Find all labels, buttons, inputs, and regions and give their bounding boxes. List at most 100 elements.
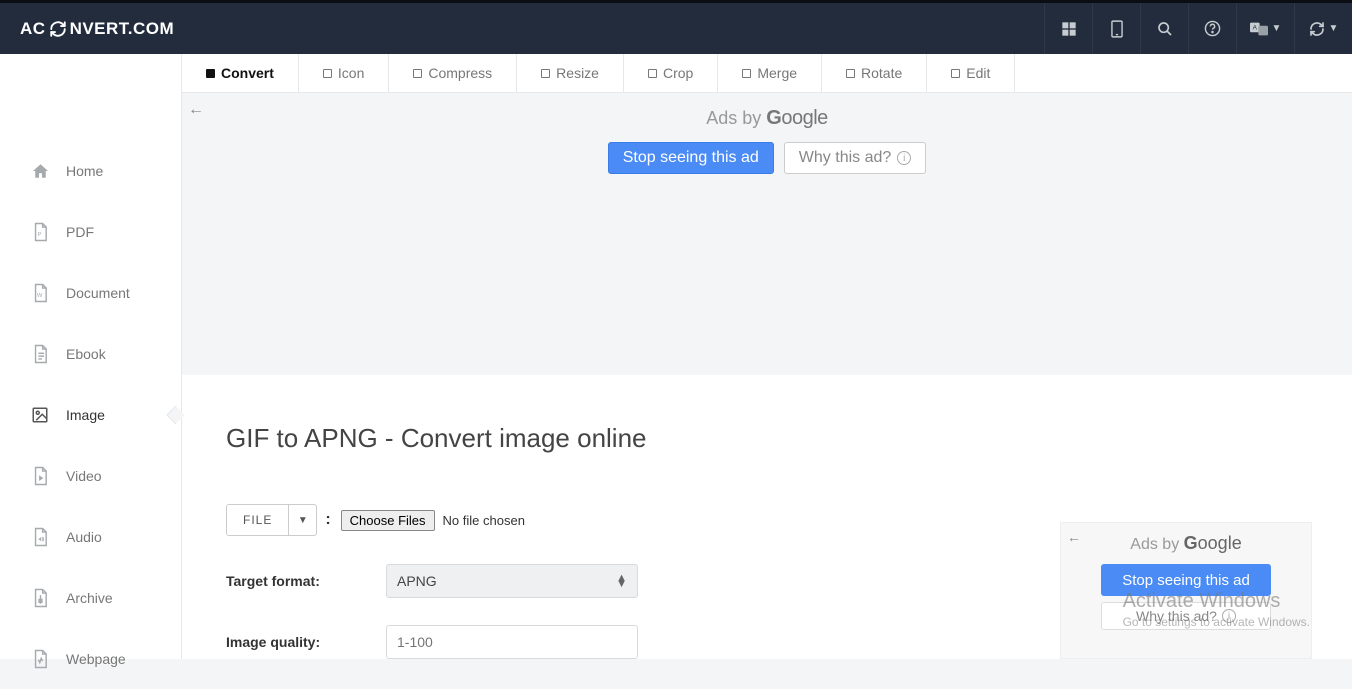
tab-compress[interactable]: Compress [389, 54, 517, 92]
google-logo-text: Google [766, 107, 828, 129]
search-icon [1157, 21, 1173, 37]
tab-label: Icon [338, 65, 364, 81]
info-icon: i [1222, 609, 1236, 623]
logo-text-suffix: NVERT.COM [70, 19, 175, 39]
logo-text-prefix: AC [20, 19, 46, 39]
target-format-label: Target format: [226, 573, 386, 589]
why-ad-button[interactable]: Why this ad?i [784, 142, 926, 174]
sidebar: Home P PDF W Document Ebook Image Video … [0, 54, 182, 659]
info-icon: i [897, 151, 911, 165]
home-icon [30, 162, 50, 180]
why-ad-button[interactable]: Why this ad?i [1101, 602, 1271, 630]
archive-icon [30, 588, 50, 608]
grid-icon [1061, 21, 1077, 37]
sidebar-item-home[interactable]: Home [0, 140, 181, 201]
stop-ad-button[interactable]: Stop seeing this ad [608, 142, 774, 174]
refresh-icon [49, 20, 67, 38]
sidebar-item-pdf[interactable]: P PDF [0, 201, 181, 262]
sidebar-item-label: Video [66, 468, 102, 484]
tab-label: Merge [757, 65, 797, 81]
caret-down-icon: ▼ [1329, 23, 1339, 34]
tab-label: Compress [428, 65, 492, 81]
square-filled-icon [206, 69, 215, 78]
svg-text:A: A [1252, 24, 1257, 31]
file-chosen-text: No file chosen [443, 513, 525, 528]
ebook-icon [30, 344, 50, 364]
tab-label: Resize [556, 65, 599, 81]
sidebar-item-label: Image [66, 407, 105, 423]
stop-ad-button[interactable]: Stop seeing this ad [1101, 564, 1271, 596]
sidebar-item-archive[interactable]: Archive [0, 567, 181, 628]
language-button[interactable]: A ▼ [1236, 3, 1294, 54]
choose-files-button[interactable]: Choose Files [341, 510, 435, 531]
tab-label: Crop [663, 65, 693, 81]
tab-label: Edit [966, 65, 990, 81]
target-format-value: APNG [397, 573, 437, 589]
video-icon [30, 466, 50, 486]
file-input[interactable]: Choose Files No file chosen [341, 510, 525, 531]
sidebar-item-label: Audio [66, 529, 102, 545]
tab-convert[interactable]: Convert [182, 54, 299, 92]
tab-merge[interactable]: Merge [718, 54, 822, 92]
ads-by-label: Ads by Google [182, 107, 1352, 130]
square-icon [742, 69, 751, 78]
google-logo-text: Google [1184, 533, 1242, 553]
sidebar-item-document[interactable]: W Document [0, 262, 181, 323]
page-title: GIF to APNG - Convert image online [226, 423, 1308, 454]
caret-down-icon: ▼ [1272, 23, 1282, 34]
translate-icon: A [1250, 21, 1268, 37]
tab-rotate[interactable]: Rotate [822, 54, 927, 92]
image-quality-input[interactable] [386, 625, 638, 659]
help-icon [1204, 20, 1221, 37]
image-icon [30, 406, 50, 424]
target-format-select[interactable]: APNG ▲▼ [386, 564, 638, 598]
tab-label: Rotate [861, 65, 902, 81]
side-ad: ← Ads by Google Stop seeing this ad Why … [1060, 522, 1312, 659]
svg-text:P: P [37, 232, 41, 238]
site-logo[interactable]: AC NVERT.COM [0, 19, 174, 39]
ads-by-label: Ads by Google [1069, 533, 1303, 554]
sidebar-item-label: Document [66, 285, 130, 301]
tab-crop[interactable]: Crop [624, 54, 718, 92]
back-arrow-icon[interactable]: ← [188, 101, 204, 119]
refresh-dropdown-button[interactable]: ▼ [1294, 3, 1352, 54]
ad-banner: ← Ads by Google Stop seeing this ad Why … [182, 93, 1352, 375]
tab-label: Convert [221, 65, 274, 81]
sidebar-item-image[interactable]: Image [0, 384, 181, 445]
sidebar-item-label: Ebook [66, 346, 106, 362]
svg-text:W: W [36, 293, 42, 299]
select-updown-icon: ▲▼ [616, 575, 627, 587]
audio-icon [30, 527, 50, 547]
document-icon: W [30, 283, 50, 303]
square-icon [951, 69, 960, 78]
square-icon [541, 69, 550, 78]
sidebar-item-label: Home [66, 163, 103, 179]
file-source-caret[interactable]: ▼ [288, 505, 316, 535]
mobile-button[interactable] [1092, 3, 1140, 54]
tab-resize[interactable]: Resize [517, 54, 624, 92]
label-colon: : [325, 511, 330, 529]
sidebar-item-video[interactable]: Video [0, 445, 181, 506]
grid-button[interactable] [1044, 3, 1092, 54]
square-icon [648, 69, 657, 78]
back-arrow-icon[interactable]: ← [1067, 529, 1081, 545]
square-icon [846, 69, 855, 78]
refresh-small-icon [1309, 21, 1325, 37]
tabs: Convert Icon Compress Resize Crop Merge … [182, 54, 1352, 93]
file-source-dropdown[interactable]: FILE ▼ [226, 504, 317, 536]
sidebar-item-audio[interactable]: Audio [0, 506, 181, 567]
sidebar-item-label: Archive [66, 590, 113, 606]
tab-icon[interactable]: Icon [299, 54, 389, 92]
file-source-button[interactable]: FILE [227, 505, 288, 535]
help-button[interactable] [1188, 3, 1236, 54]
sidebar-item-ebook[interactable]: Ebook [0, 323, 181, 384]
search-button[interactable] [1140, 3, 1188, 54]
square-icon [413, 69, 422, 78]
header: AC NVERT.COM A ▼ ▼ [0, 3, 1352, 54]
tab-edit[interactable]: Edit [927, 54, 1015, 92]
mobile-icon [1110, 20, 1124, 38]
pdf-icon: P [30, 222, 50, 242]
image-quality-label: Image quality: [226, 634, 386, 650]
square-icon [323, 69, 332, 78]
sidebar-item-label: PDF [66, 224, 94, 240]
